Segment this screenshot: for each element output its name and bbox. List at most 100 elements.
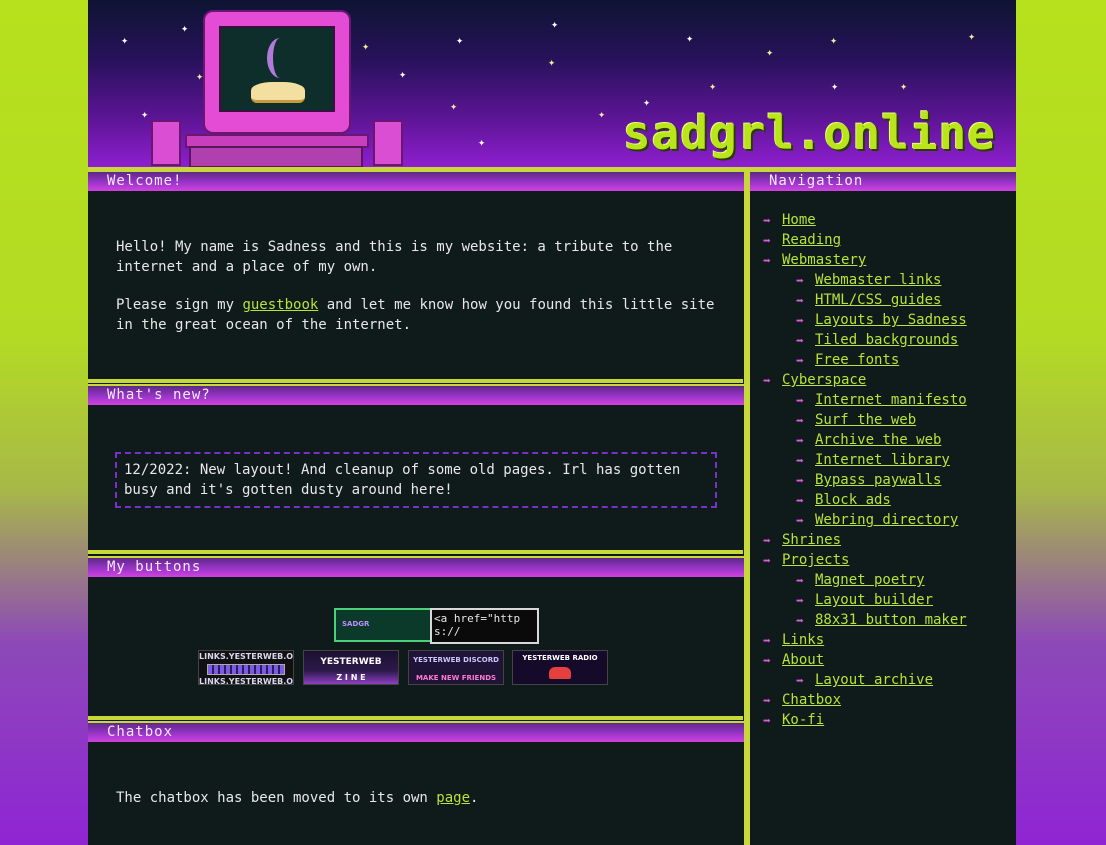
computer-illustration	[143, 8, 413, 167]
nav-link-shrines[interactable]: Shrines	[782, 532, 841, 548]
badge-text: LINKS.YESTERWEB.ORG	[199, 677, 294, 685]
nav-link-chatbox[interactable]: Chatbox	[782, 692, 841, 708]
nav-link-webring-directory[interactable]: Webring directory	[815, 512, 958, 528]
book-icon	[251, 82, 305, 103]
nav-item-wrapper: ➡ Shrines	[763, 532, 841, 549]
buttons-panel: My buttons SADGR <a href="https:// LINKS…	[88, 556, 744, 716]
nav-link-surf-the-web[interactable]: Surf the web	[815, 412, 916, 428]
welcome-panel: Welcome! Hello! My name is Sadness and t…	[88, 170, 744, 378]
star-icon: ✦	[548, 55, 556, 69]
nav-item-wrapper: ➡ Webmastery	[763, 252, 866, 269]
nav-item-wrapper: ➡ Archive the web	[796, 432, 941, 449]
nav-link-magnet-poetry[interactable]: Magnet poetry	[815, 572, 925, 588]
badge-yesterweb-zine[interactable]: YESTERWEB Z I N E	[303, 650, 399, 685]
nav-link-bypass-paywalls[interactable]: Bypass paywalls	[815, 472, 941, 488]
arrow-right-icon: ➡	[796, 314, 804, 329]
chatbox-page-link[interactable]: page	[436, 790, 470, 806]
nav-item-wrapper: ➡ Surf the web	[796, 412, 916, 429]
nav-link-internet-library[interactable]: Internet library	[815, 452, 950, 468]
welcome-heading: Welcome!	[88, 170, 744, 191]
arrow-right-icon: ➡	[796, 294, 804, 309]
nav-link-block-ads[interactable]: Block ads	[815, 492, 891, 508]
nav-item-wrapper: ➡ Block ads	[796, 492, 891, 509]
nav-link-html-css-guides[interactable]: HTML/CSS guides	[815, 292, 941, 308]
nav-link-cyberspace[interactable]: Cyberspace	[782, 372, 866, 388]
nav-item: ➡ Projects	[750, 550, 1016, 570]
star-icon: ✦	[831, 79, 839, 93]
nav-link-links[interactable]: Links	[782, 632, 824, 648]
nav-link-reading[interactable]: Reading	[782, 232, 841, 248]
chatbox-panel: Chatbox The chatbox has been moved to it…	[88, 721, 744, 845]
sadgrl-button[interactable]: SADGR	[334, 608, 436, 642]
nav-item-wrapper: ➡ Links	[763, 632, 824, 649]
badge-links-yesterweb[interactable]: LINKS.YESTERWEB.ORG LINKS.YESTERWEB.ORG	[198, 650, 294, 685]
nav-link-tiled-backgrounds[interactable]: Tiled backgrounds	[815, 332, 958, 348]
site-title[interactable]: sadgrl.online	[623, 108, 996, 158]
star-icon: ✦	[551, 17, 559, 31]
nav-link-about[interactable]: About	[782, 652, 824, 668]
guestbook-link[interactable]: guestbook	[242, 297, 318, 313]
nav-item: ➡ Ko-fi	[750, 710, 1016, 730]
arrow-right-icon: ➡	[763, 214, 771, 229]
badge-yesterweb-discord[interactable]: YESTERWEB DISCORD MAKE NEW FRIENDS	[408, 650, 504, 685]
nav-item: ➡ Home	[750, 210, 1016, 230]
nav-item: ➡ Chatbox	[750, 690, 1016, 710]
arrow-right-icon: ➡	[796, 514, 804, 529]
nav-link-free-fonts[interactable]: Free fonts	[815, 352, 899, 368]
arrow-right-icon: ➡	[796, 674, 804, 689]
navigation-heading: Navigation	[750, 170, 1016, 191]
nav-item: ➡ Shrines	[750, 530, 1016, 550]
nav-item-wrapper: ➡ Bypass paywalls	[796, 472, 941, 489]
nav-link-layouts-by-sadness[interactable]: Layouts by Sadness	[815, 312, 967, 328]
nav-item: ➡ Surf the web	[750, 410, 1016, 430]
speaker-icon	[373, 120, 403, 166]
news-body: 12/2022: New layout! And cleanup of some…	[88, 405, 744, 508]
arrow-right-icon: ➡	[763, 634, 771, 649]
nav-link-layout-builder[interactable]: Layout builder	[815, 592, 933, 608]
monitor-icon	[203, 10, 351, 134]
nav-item-wrapper: ➡ HTML/CSS guides	[796, 292, 941, 309]
star-icon: ✦	[709, 79, 717, 93]
star-icon: ✦	[830, 33, 838, 47]
nav-link-archive-the-web[interactable]: Archive the web	[815, 432, 941, 448]
nav-link-projects[interactable]: Projects	[782, 552, 849, 568]
page-container: ✦ ✦ ✦ ✦ ✦ ✦ ✦ ✦ ✦ ✦ ✦ ✦ ✦ ✦ ✦ ✦ ✦ ✦ ✦ ✦	[88, 0, 1016, 845]
nav-link-internet-manifesto[interactable]: Internet manifesto	[815, 392, 967, 408]
nav-item: ➡ Layout archive	[750, 670, 1016, 690]
nav-item-wrapper: ➡ About	[763, 652, 824, 669]
radio-icon	[549, 667, 571, 679]
nav-item: ➡ Bypass paywalls	[750, 470, 1016, 490]
nav-item: ➡ Archive the web	[750, 430, 1016, 450]
sadgrl-button-label: SADGR	[342, 620, 370, 628]
arrow-right-icon: ➡	[796, 454, 804, 469]
badge-yesterweb-radio[interactable]: YESTERWEB RADIO	[512, 650, 608, 685]
nav-link-88x31-button-maker[interactable]: 88x31 button maker	[815, 612, 967, 628]
arrow-right-icon: ➡	[796, 274, 804, 289]
nav-item: ➡ Magnet poetry	[750, 570, 1016, 590]
star-icon: ✦	[450, 99, 458, 113]
news-entry: 12/2022: New layout! And cleanup of some…	[124, 462, 681, 498]
nav-item: ➡ Webmastery	[750, 250, 1016, 270]
nav-link-layout-archive[interactable]: Layout archive	[815, 672, 933, 688]
nav-link-ko-fi[interactable]: Ko-fi	[782, 712, 824, 728]
nav-link-webmaster-links[interactable]: Webmaster links	[815, 272, 941, 288]
badge-text: LINKS.YESTERWEB.ORG	[199, 652, 294, 661]
nav-item: ➡ About	[750, 650, 1016, 670]
star-icon: ✦	[598, 107, 606, 121]
monitor-screen	[219, 26, 335, 112]
nav-link-webmastery[interactable]: Webmastery	[782, 252, 866, 268]
button-code-box[interactable]: <a href="https://	[430, 608, 539, 644]
divider	[88, 716, 743, 720]
nav-link-home[interactable]: Home	[782, 212, 816, 228]
nav-item-wrapper: ➡ Reading	[763, 232, 841, 249]
nav-item-wrapper: ➡ Webring directory	[796, 512, 958, 529]
arrow-right-icon: ➡	[796, 334, 804, 349]
speaker-icon	[151, 120, 181, 166]
star-icon: ✦	[478, 135, 486, 149]
arrow-right-icon: ➡	[796, 474, 804, 489]
nav-item-wrapper: ➡ Internet manifesto	[796, 392, 967, 409]
arrow-right-icon: ➡	[763, 694, 771, 709]
star-icon: ✦	[456, 33, 464, 47]
welcome-intro: Hello! My name is Sadness and this is my…	[116, 239, 673, 275]
nav-item-wrapper: ➡ Cyberspace	[763, 372, 866, 389]
